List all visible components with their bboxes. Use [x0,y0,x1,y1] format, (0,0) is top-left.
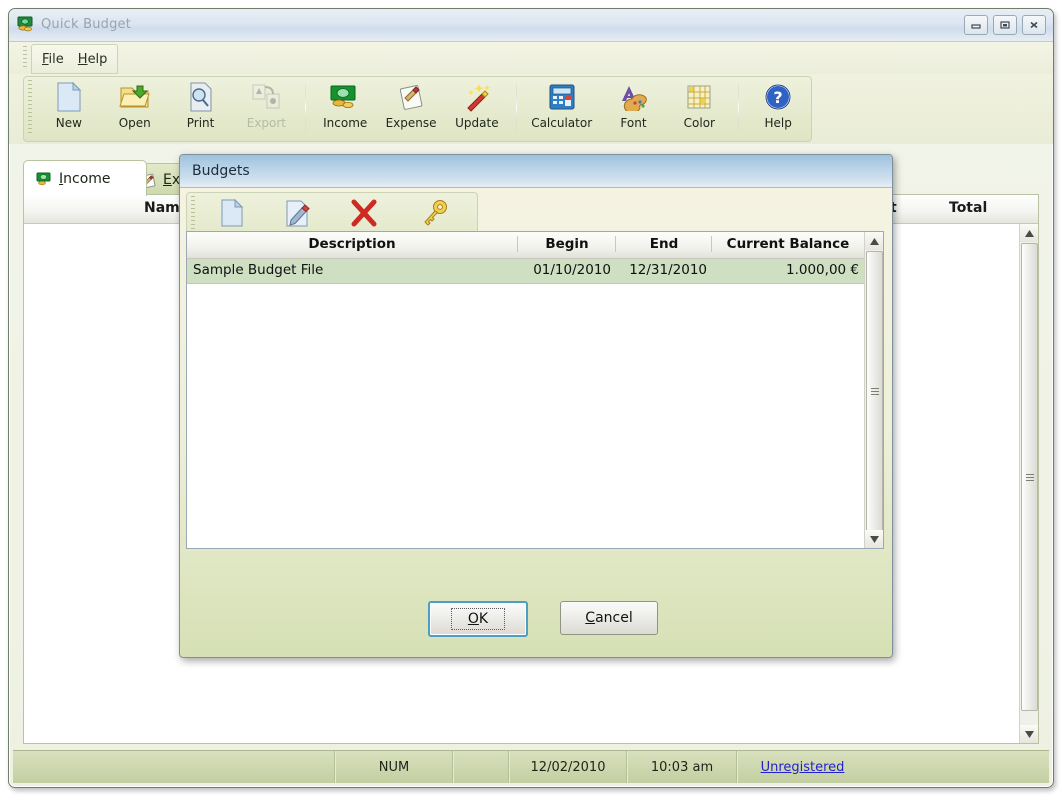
toolbar-button-expense[interactable]: Expense [378,79,444,139]
menu-bar: File Help [9,42,1053,74]
status-time: 10:03 am [627,751,737,783]
minimize-button[interactable] [964,15,988,35]
menu-drag-grip[interactable] [23,46,27,70]
dialog-title: Budgets [192,163,250,179]
table-row[interactable]: Sample Budget File 01/10/2010 12/31/2010… [187,259,865,284]
magic-wand-icon [462,79,492,115]
tab-income[interactable]: Income [23,160,147,196]
delete-x-icon [350,195,378,231]
toolbar-button-print[interactable]: Print [168,79,234,139]
banknote-icon [36,172,53,186]
dialog-title-bar: Budgets [180,155,892,188]
budgets-dialog: Budgets New [179,154,893,658]
scroll-thumb-grip [870,387,879,395]
toolbar-label: Print [186,116,215,130]
cancel-button-label: Cancel [585,610,633,626]
dialog-footer: OK Cancel [180,587,892,657]
clipboard-pen-icon [396,79,426,115]
column-header-description[interactable]: Description [187,236,517,252]
cell-begin: 01/10/2010 [533,262,611,278]
budgets-grid-header: Description Begin End Current Balance [187,232,883,259]
column-header-total[interactable]: Total [949,200,987,216]
edit-pencil-icon [284,195,312,231]
toolbar-label: Calculator [531,116,593,130]
toolbar-label: New [55,116,82,130]
menu-item-file[interactable]: File [42,52,64,67]
budgets-grid: Description Begin End Current Balance Sa… [186,231,884,549]
main-grid-scrollbar[interactable] [1019,224,1038,743]
menu-item-help[interactable]: Help [78,52,108,67]
window-title: Quick Budget [41,17,132,32]
main-window: Quick Budget File Help New Open Print Ex… [8,8,1054,788]
scroll-thumb-grip [1025,473,1034,481]
maximize-button[interactable] [993,15,1017,35]
toolbar-separator [515,81,517,133]
toolbar-label: Help [764,116,792,130]
svg-text:?: ? [774,88,783,107]
scroll-up-arrow[interactable] [865,232,883,250]
status-blank [453,751,509,783]
color-grid-icon [686,79,712,115]
toolbar-label: Font [620,116,647,130]
ok-button-label: OK [450,608,506,630]
scroll-thumb[interactable] [866,251,883,531]
close-button[interactable] [1022,15,1046,35]
toolbar-label: Open [118,116,151,130]
status-registration-link[interactable]: Unregistered [761,760,845,775]
toolbar-button-income[interactable]: Income [312,79,378,139]
toolbar-button-update[interactable]: Update [444,79,510,139]
column-header-end[interactable]: End [615,236,712,252]
status-message [13,751,335,783]
toolbar-button-help[interactable]: ? Help [745,79,811,139]
cell-current-balance: 1.000,00 € [786,262,859,278]
toolbar-drag-grip[interactable] [28,80,32,136]
key-icon [420,195,450,231]
ok-button[interactable]: OK [428,601,528,637]
toolbar-button-new[interactable]: New [36,79,102,139]
tab-label: Income [59,170,111,187]
toolbar-button-font[interactable]: Font [601,79,667,139]
toolbar-label: Income [323,116,368,130]
toolbar-label: Export [246,116,287,130]
toolbar-button-calculator[interactable]: Calculator [523,79,601,139]
question-help-icon: ? [763,79,793,115]
scroll-up-arrow[interactable] [1020,224,1038,242]
status-num-lock: NUM [335,751,453,783]
toolbar-separator [738,81,740,133]
export-icon [251,79,281,115]
new-page-icon [219,195,245,231]
font-palette-icon [618,79,648,115]
new-page-icon [55,79,83,115]
cancel-button[interactable]: Cancel [560,601,658,635]
print-icon [187,79,215,115]
scroll-thumb[interactable] [1021,243,1038,711]
window-controls [964,15,1046,35]
status-bar: NUM 12/02/2010 10:03 am Unregistered [13,750,1049,783]
main-toolbar: New Open Print Export Income Expense Upd… [9,74,1053,144]
menu-items: File Help [31,44,119,74]
open-folder-icon [119,79,151,115]
title-bar: Quick Budget [9,9,1053,42]
cell-description: Sample Budget File [193,262,324,278]
toolbar-button-color[interactable]: Color [666,79,732,139]
column-header-begin[interactable]: Begin [517,236,616,252]
toolbar-separator [305,81,307,133]
toolbar-button-export: Export [233,79,299,139]
budgets-grid-scrollbar[interactable] [864,232,883,548]
scroll-down-arrow[interactable] [1020,725,1038,743]
cell-end: 12/31/2010 [629,262,707,278]
banknote-icon [329,79,361,115]
toolbar-label: Update [455,116,499,130]
toolbar-button-open[interactable]: Open [102,79,168,139]
status-date: 12/02/2010 [509,751,627,783]
scroll-down-arrow[interactable] [865,530,883,548]
calculator-icon [548,79,576,115]
toolbar-label: Color [683,116,715,130]
money-stack-icon [17,16,35,32]
toolbar-label: Expense [385,116,437,130]
column-header-current-balance[interactable]: Current Balance [711,236,864,252]
toolbar-panel: New Open Print Export Income Expense Upd… [23,76,812,142]
